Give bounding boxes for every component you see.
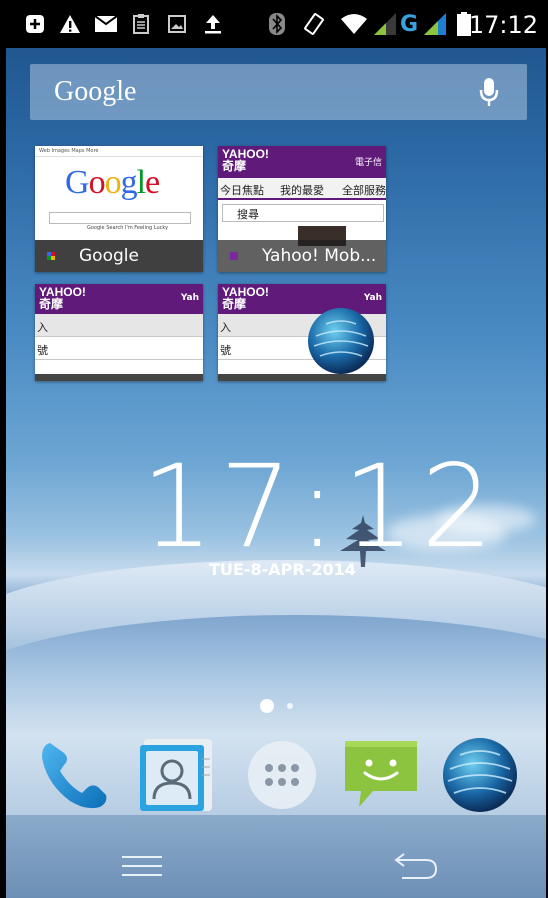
add-notification-icon — [24, 12, 46, 36]
yahoo-header: YAHOO! 奇摩 電子信 — [218, 146, 386, 178]
recent-app-yahoo-2[interactable]: YAHOO! 奇摩 Yah 入 號 — [35, 284, 203, 381]
yahoo-header-right: Yah — [180, 293, 199, 303]
recent-app-yahoo[interactable]: YAHOO! 奇摩 電子信 今日焦點 我的最愛 全部服務 搜尋 Yahoo! M… — [218, 146, 386, 272]
home-screen: G 17:12 Google Web Images Maps More Goog… — [6, 0, 546, 898]
yahoo-logo: YAHOO! 奇摩 — [222, 147, 269, 173]
yahoo-logo: YAHOO! 奇摩 — [39, 285, 86, 311]
phone-icon[interactable] — [36, 735, 116, 815]
yahoo-favicon-icon — [230, 252, 238, 260]
clock-widget-time[interactable]: 17:12 — [141, 440, 500, 573]
clipboard-icon — [132, 12, 150, 36]
rotation-icon — [302, 12, 326, 36]
page-indicator-current — [260, 699, 274, 713]
yahoo-header: YAHOO! 奇摩 Yah — [35, 284, 203, 314]
google-search-logo: Google — [54, 76, 137, 107]
yahoo-tab: 全部服務 — [342, 184, 386, 197]
google-top-links: Web Images Maps More — [39, 148, 99, 154]
status-bar: G 17:12 — [6, 0, 546, 48]
contacts-icon[interactable] — [136, 735, 216, 815]
clock-widget-date: TUE-8-APR-2014 — [209, 560, 356, 579]
recent-app-yahoo-3[interactable]: YAHOO! 奇摩 Yah 入 號 — [218, 284, 386, 381]
image-icon — [166, 12, 188, 36]
yahoo-row: 入 — [35, 314, 203, 337]
back-icon[interactable] — [394, 852, 438, 880]
google-page-logo: Google — [65, 164, 160, 201]
app-drawer-icon[interactable] — [242, 735, 322, 815]
signal-icon-1 — [374, 12, 396, 36]
yahoo-tab: 今日焦點 — [220, 184, 264, 197]
recent-app-label: Google — [79, 246, 139, 266]
messaging-icon[interactable] — [341, 735, 421, 815]
yahoo-tab: 我的最愛 — [280, 184, 324, 197]
page-indicator — [287, 703, 293, 709]
network-type-label: G — [399, 11, 419, 37]
recent-app-google[interactable]: Web Images Maps More Google Google Searc… — [35, 146, 203, 272]
menu-icon[interactable] — [122, 855, 162, 877]
mail-icon — [94, 12, 118, 36]
yahoo-footer — [35, 374, 203, 381]
recent-app-label-bar: Google — [35, 240, 203, 272]
yahoo-row-text: 入 — [37, 321, 48, 334]
warning-icon — [58, 12, 82, 36]
yahoo-row-text: 號 — [37, 344, 48, 357]
wifi-icon — [340, 12, 368, 36]
yahoo-search-text: 搜尋 — [237, 208, 259, 221]
signal-icon-2 — [424, 12, 446, 36]
mic-icon[interactable] — [479, 78, 499, 108]
yahoo-search-box: 搜尋 — [222, 204, 384, 222]
google-page-search-box — [49, 212, 191, 224]
google-favicon-icon — [47, 252, 55, 260]
google-search-bar[interactable]: Google — [30, 64, 527, 120]
browser-globe-icon[interactable] — [440, 735, 520, 815]
recent-app-label-bar: Yahoo! Mob... — [218, 240, 386, 272]
bluetooth-icon — [268, 12, 286, 36]
google-page-buttons: Google Search I'm Feeling Lucky — [87, 225, 169, 231]
recent-app-label: Yahoo! Mob... — [262, 246, 377, 266]
yahoo-row: 號 — [35, 337, 203, 360]
yahoo-header-right: Yah — [363, 293, 382, 303]
yahoo-row-text: 號 — [220, 344, 231, 357]
yahoo-row-text: 入 — [220, 321, 231, 334]
yahoo-tabs: 今日焦點 我的最愛 全部服務 — [218, 178, 386, 200]
browser-globe-icon — [308, 308, 374, 374]
yahoo-logo: YAHOO! 奇摩 — [222, 285, 269, 311]
upload-icon — [202, 12, 224, 36]
yahoo-header-right: 電子信 — [354, 158, 382, 168]
status-time: 17:12 — [468, 11, 538, 39]
